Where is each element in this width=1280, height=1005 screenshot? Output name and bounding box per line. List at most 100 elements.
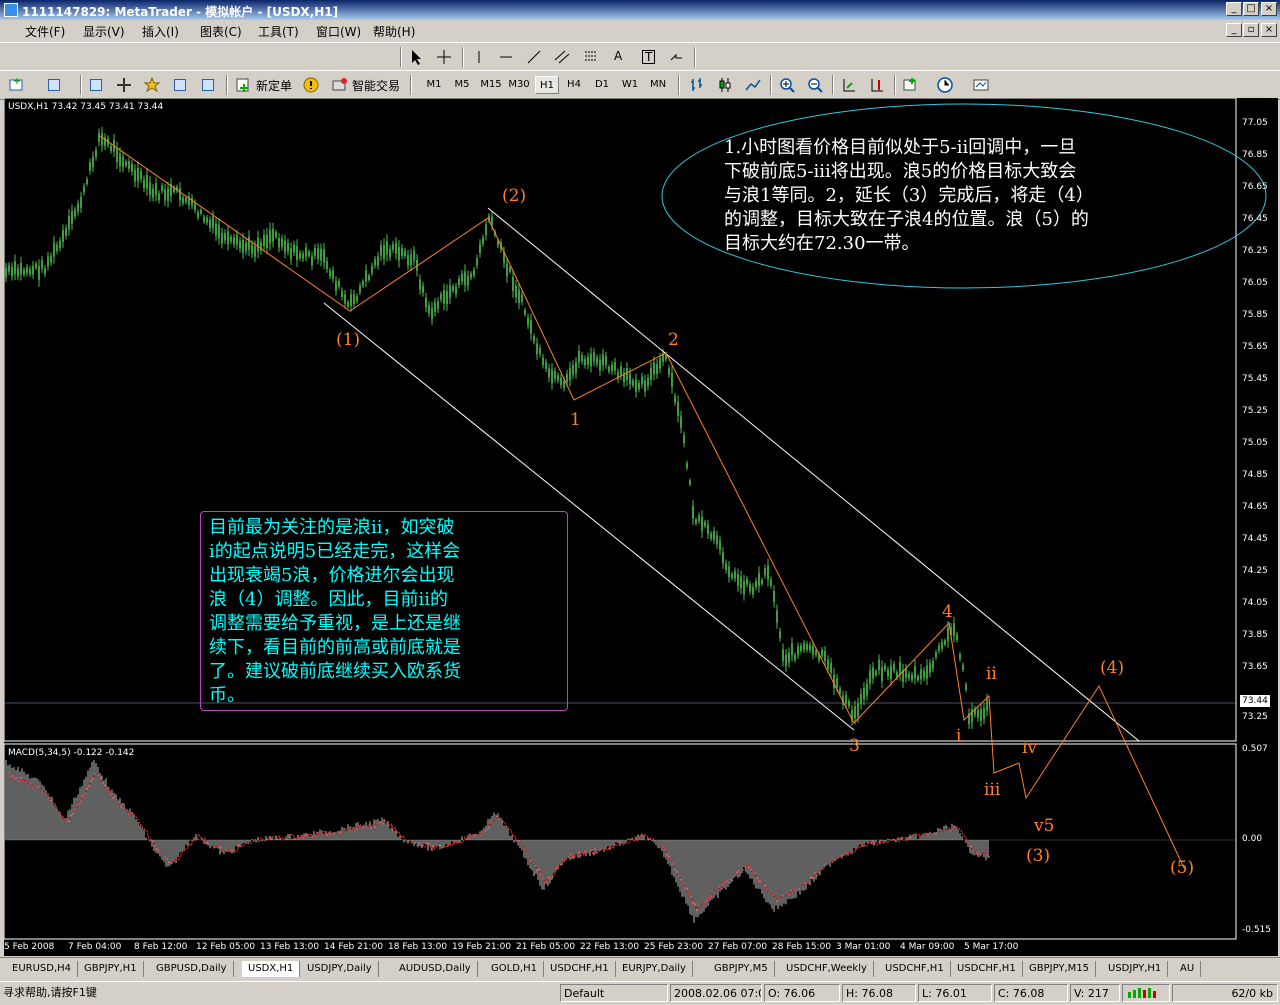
timeframe-m15[interactable]: M15 — [478, 76, 504, 94]
note-mid-line-6: 续下，看目前的前高或前底就是 — [209, 637, 461, 658]
menu-tools[interactable]: 工具(T) — [258, 23, 299, 40]
templates-icon[interactable] — [972, 76, 990, 94]
channel-icon[interactable] — [553, 48, 571, 66]
candle-body — [128, 161, 130, 169]
close-button[interactable]: × — [1261, 2, 1277, 16]
chart-tab[interactable]: AUDUSD,Daily — [393, 961, 478, 977]
tester-icon[interactable] — [199, 76, 217, 94]
candle-body — [911, 674, 913, 681]
new-order-icon[interactable] — [234, 76, 252, 94]
chart-window[interactable]: USDX,H1 73.42 73.45 73.41 73.44 MACD(5,3… — [4, 98, 1278, 956]
profiles-icon[interactable] — [45, 76, 63, 94]
expert-advisor-icon[interactable] — [330, 76, 348, 94]
candle-body — [461, 273, 463, 282]
chart-tab[interactable]: GBPJPY,M5 — [708, 961, 775, 977]
fibonacci-icon[interactable] — [582, 48, 600, 66]
timeframe-m5[interactable]: M5 — [450, 76, 474, 94]
note-mid-line-7: 了。建议破前底继续买入欧系货 — [209, 661, 461, 682]
candle-body — [746, 578, 748, 585]
candle-body — [116, 148, 118, 163]
candle-body — [530, 320, 532, 334]
candle-body — [353, 294, 355, 304]
status-profile[interactable]: Default — [560, 984, 668, 1002]
menu-insert[interactable]: 插入(I) — [142, 23, 179, 40]
candle-body — [599, 359, 601, 371]
new-order-button[interactable]: 新定单 — [256, 77, 292, 94]
chart-tab[interactable]: USDJPY,H1 — [1102, 961, 1169, 977]
timeframe-d1[interactable]: D1 — [590, 76, 614, 94]
candle-body — [614, 361, 616, 371]
bar-chart-icon[interactable] — [688, 76, 706, 94]
wave-label: i — [956, 726, 962, 746]
timeframe-m30[interactable]: M30 — [506, 76, 532, 94]
candle-body — [314, 247, 316, 256]
child-restore-button[interactable]: ▫ — [1243, 23, 1259, 37]
chart-tab[interactable]: USDCHF,Weekly — [780, 961, 874, 977]
arrows-icon[interactable] — [668, 48, 686, 66]
chart-tab[interactable]: EURUSD,H4 — [6, 961, 79, 977]
timeframe-m1[interactable]: M1 — [422, 76, 446, 94]
menu-file[interactable]: 文件(F) — [25, 23, 65, 40]
candle-body — [134, 170, 136, 182]
chart-tab[interactable]: USDCHF,H1 — [879, 961, 951, 977]
warning-icon[interactable] — [302, 76, 320, 94]
macd-label: 0.507 — [1242, 744, 1268, 754]
timeframe-w1[interactable]: W1 — [618, 76, 642, 94]
navigator-icon[interactable] — [115, 76, 133, 94]
autoscroll-icon[interactable] — [840, 76, 858, 94]
trendline-icon[interactable] — [525, 48, 543, 66]
candle-body — [329, 270, 331, 277]
menu-window[interactable]: 窗口(W) — [316, 23, 361, 40]
menu-view[interactable]: 显示(V) — [83, 23, 125, 40]
minimize-button[interactable]: _ — [1226, 2, 1242, 16]
candle-body — [95, 149, 97, 158]
chart-tab[interactable]: EURJPY,Daily — [616, 961, 693, 977]
horizontal-line-icon[interactable] — [497, 48, 515, 66]
chart-tab[interactable]: GBPJPY,M15 — [1023, 961, 1097, 977]
drawing-toolbar: A T — [0, 42, 1280, 71]
chart-tab[interactable]: GBPUSD,Daily — [150, 961, 234, 977]
zoom-out-icon[interactable] — [806, 76, 824, 94]
timeframe-mn[interactable]: MN — [646, 76, 670, 94]
candle-body — [221, 232, 223, 244]
auto-trading-button[interactable]: 智能交易 — [352, 77, 400, 94]
favorites-icon[interactable] — [143, 76, 161, 94]
status-close: C: 76.08 — [994, 984, 1068, 1002]
chart-tab[interactable]: USDJPY,Daily — [301, 961, 379, 977]
candle-body — [236, 234, 238, 245]
zoom-in-icon[interactable] — [778, 76, 796, 94]
candlestick-icon[interactable] — [716, 76, 734, 94]
chart-shift-icon[interactable] — [868, 76, 886, 94]
market-watch-icon[interactable] — [87, 76, 105, 94]
vertical-line-icon[interactable] — [470, 48, 488, 66]
candle-body — [803, 643, 805, 650]
terminal-icon[interactable] — [171, 76, 189, 94]
candle-body — [122, 156, 124, 167]
line-chart-icon[interactable] — [744, 76, 762, 94]
candle-body — [806, 644, 808, 650]
candle-body — [764, 567, 766, 576]
chart-tab[interactable]: GBPJPY,H1 — [78, 961, 144, 977]
chart-tab[interactable]: USDCHF,H1 — [951, 961, 1023, 977]
timeframe-h4[interactable]: H4 — [562, 76, 586, 94]
text-tool-icon[interactable]: A — [614, 49, 622, 63]
candle-body — [56, 244, 58, 252]
chart-tab[interactable]: AU — [1174, 961, 1202, 977]
menu-charts[interactable]: 图表(C) — [200, 23, 242, 40]
cursor-icon[interactable] — [407, 48, 425, 66]
child-close-button[interactable]: × — [1261, 23, 1277, 37]
child-minimize-button[interactable]: _ — [1226, 23, 1242, 37]
menu-help[interactable]: 帮助(H) — [373, 23, 415, 40]
candle-body — [776, 610, 778, 623]
text-label-tool-icon[interactable]: T — [642, 50, 656, 64]
new-chart-icon[interactable] — [8, 76, 26, 94]
chart-tab[interactable]: USDCHF,H1 — [544, 961, 616, 977]
candle-body — [983, 707, 985, 719]
maximize-button[interactable]: □ — [1243, 2, 1259, 16]
timeframe-h1[interactable]: H1 — [535, 76, 559, 94]
indicators-icon[interactable] — [902, 76, 920, 94]
chart-tab[interactable]: GOLD,H1 — [485, 961, 544, 977]
chart-tab[interactable]: USDX,H1 — [242, 961, 301, 977]
periods-icon[interactable] — [936, 76, 954, 94]
crosshair-icon[interactable] — [435, 48, 453, 66]
